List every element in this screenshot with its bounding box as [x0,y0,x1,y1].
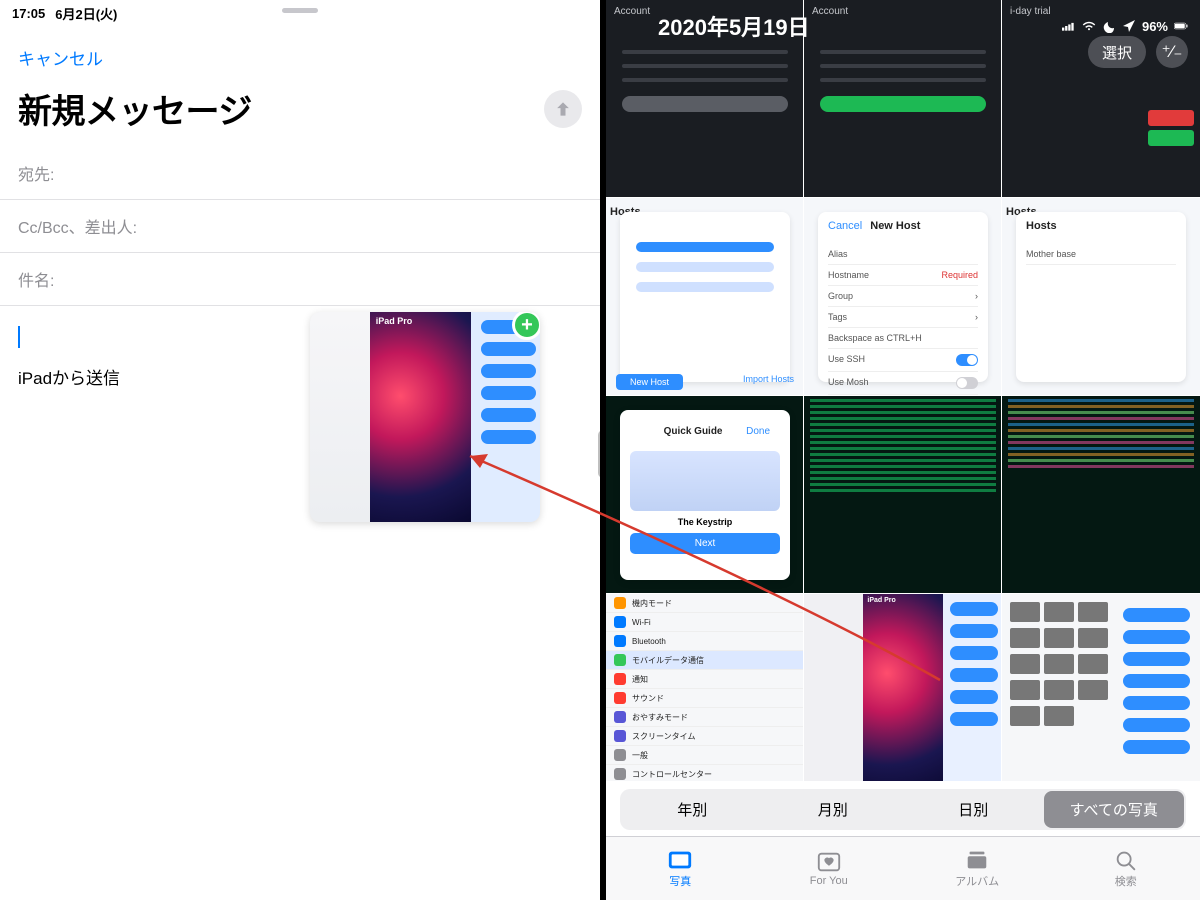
foryou-tab-icon [816,851,842,873]
cc-bcc-field[interactable]: Cc/Bcc、差出人: [0,200,600,253]
send-button[interactable] [544,90,582,128]
cancel-button[interactable]: キャンセル [0,23,600,74]
cellular-icon [1062,19,1076,33]
segment-days[interactable]: 日別 [903,791,1044,828]
photos-app-pane: 2020年5月19日 96% 選択 ⁺⁄₋ Account [606,0,1200,900]
segment-all[interactable]: すべての写真 [1044,791,1185,828]
photo-thumbnail[interactable] [804,396,1002,594]
tab-search[interactable]: 検索 [1052,837,1200,900]
compose-title: 新規メッセージ [18,84,252,133]
message-body[interactable]: iPadから送信 + [0,306,600,900]
text-cursor [18,326,20,348]
search-tab-icon [1113,849,1139,871]
segment-years[interactable]: 年別 [622,791,763,828]
battery-icon [1174,19,1188,33]
to-field[interactable]: 宛先: [0,147,600,200]
photos-tab-icon [667,849,693,871]
status-bar-right: 96% [1062,19,1188,34]
tab-foryou[interactable]: For You [755,837,904,900]
status-time: 17:05 [12,6,45,21]
albums-tab-icon [964,849,990,871]
plus-badge-icon: + [512,312,540,340]
view-segmented-control[interactable]: 年別 月別 日別 すべての写真 [620,789,1186,830]
location-icon [1122,19,1136,33]
photo-thumbnail[interactable]: Quick GuideDone The Keystrip Next [606,396,804,594]
photo-thumbnail[interactable]: 機内モード Wi-Fi Bluetooth モバイルデータ通信 通知 サウンド … [606,594,804,781]
photo-thumbnail[interactable]: CancelNew Host Alias HostnameRequired Gr… [804,198,1002,396]
photo-thumbnail[interactable]: Hosts New HostImport Hosts [606,198,804,396]
moon-icon [1102,19,1116,33]
mail-compose-pane: 17:05 6月2日(火) キャンセル 新規メッセージ 宛先: Cc/Bcc、差… [0,0,600,900]
photos-grid[interactable]: 2020年5月19日 96% 選択 ⁺⁄₋ Account [606,0,1200,781]
photo-thumbnail[interactable] [1002,594,1200,781]
attachment-thumbnail [310,312,540,522]
subject-field[interactable]: 件名: [0,253,600,306]
photo-thumbnail[interactable] [804,594,1002,781]
date-header: 2020年5月19日 [658,10,810,42]
tab-photos[interactable]: 写真 [606,837,755,900]
sheet-grabber[interactable] [282,8,318,13]
photo-thumbnail[interactable] [1002,396,1200,594]
wifi-icon [1082,19,1096,33]
battery-percent: 96% [1142,19,1168,34]
tab-bar: 写真 For You アルバム 検索 [606,836,1200,900]
tab-albums[interactable]: アルバム [903,837,1052,900]
aspect-toggle-button[interactable]: ⁺⁄₋ [1156,36,1188,68]
select-button[interactable]: 選択 [1088,36,1146,68]
photo-thumbnail[interactable]: Hosts HostsMother base [1002,198,1200,396]
dragged-image-attachment[interactable]: + [310,312,540,522]
segment-months[interactable]: 月別 [763,791,904,828]
status-date: 6月2日(火) [55,4,117,23]
arrow-up-icon [553,99,573,119]
